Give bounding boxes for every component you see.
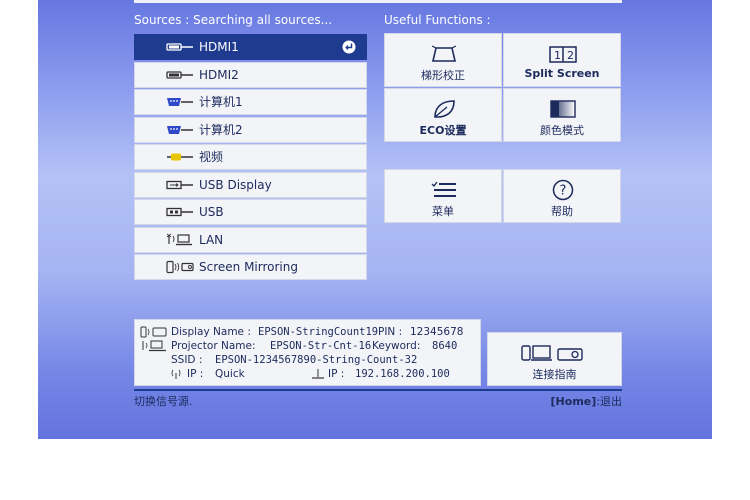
connection-guide-button[interactable]: 连接指南 — [487, 332, 622, 386]
ssid-label: SSID : — [171, 354, 203, 366]
source-item-computer2[interactable]: 计算机2 — [134, 116, 367, 143]
wireless-ip-value: Quick — [215, 368, 245, 380]
vga-icon — [167, 98, 193, 106]
pin-value: 12345678 — [410, 326, 464, 338]
usb-icon — [166, 207, 193, 217]
source-label: USB — [199, 205, 224, 219]
display-name-label: Display Name : — [171, 326, 251, 338]
menu-button[interactable]: 菜单 — [384, 169, 502, 223]
status-home-hint: [Home]:退出 — [551, 393, 622, 409]
help-button[interactable]: ? 帮助 — [503, 169, 621, 223]
color-mode-button[interactable]: 颜色模式 — [503, 88, 621, 142]
wired-lan-icon — [312, 369, 324, 379]
menu-list-icon — [431, 181, 456, 197]
split-screen-icon: 1 2 — [549, 46, 577, 63]
display-name-value: EPSON-StringCount19 — [258, 326, 379, 338]
tile-label: 梯形校正 — [421, 69, 465, 82]
color-mode-icon — [550, 100, 576, 118]
eco-settings-button[interactable]: ECO设置 — [384, 88, 502, 142]
source-item-lan[interactable]: LAN — [134, 226, 367, 253]
network-info-panel: Display Name : EPSON-StringCount19 PIN :… — [134, 319, 481, 386]
screen-mirroring-icon — [140, 326, 167, 338]
enter-return-icon — [342, 40, 356, 54]
source-label: LAN — [199, 232, 224, 247]
projector-name-value: EPSON-Str-Cnt-16 — [270, 340, 372, 352]
lan-icon — [166, 233, 192, 245]
video-rca-icon — [167, 153, 193, 161]
source-label: USB Display — [199, 177, 272, 192]
hdmi-icon — [166, 70, 193, 79]
source-label: HDMI2 — [199, 67, 239, 82]
pin-label: PIN : — [378, 326, 403, 338]
tile-label: Split Screen — [524, 67, 600, 80]
source-label: 计算机2 — [199, 122, 243, 137]
lan-icon — [142, 340, 166, 352]
source-item-hdmi1[interactable]: HDMI1 — [134, 34, 367, 60]
tile-label: 帮助 — [551, 205, 573, 218]
source-item-computer1[interactable]: 计算机1 — [134, 89, 367, 115]
keyword-label: Keyword: — [372, 340, 421, 352]
source-item-hdmi2[interactable]: HDMI2 — [134, 61, 367, 88]
projector-home-screen: Sources : Searching all sources... Usefu… — [38, 0, 712, 439]
keystone-icon — [431, 45, 457, 62]
wired-ip-value: 192.168.200.100 — [355, 368, 450, 380]
vga-icon — [167, 125, 193, 134]
source-label: HDMI1 — [199, 40, 239, 54]
split-screen-button[interactable]: 1 2 Split Screen — [503, 33, 621, 87]
help-icon: ? — [552, 179, 574, 201]
source-item-screen-mirroring[interactable]: Screen Mirroring — [134, 254, 367, 280]
top-divider — [134, 0, 622, 3]
source-label: 计算机1 — [199, 95, 243, 109]
source-label: 视频 — [199, 150, 224, 164]
source-item-usb-display[interactable]: USB Display — [134, 171, 367, 198]
tile-label: ECO设置 — [419, 124, 467, 137]
keystone-button[interactable]: 梯形校正 — [384, 33, 502, 87]
wireless-icon — [171, 369, 181, 379]
wireless-ip-label: IP : — [187, 368, 204, 380]
status-hint: 切换信号源. — [134, 395, 193, 408]
svg-text:?: ? — [560, 184, 567, 199]
source-list: HDMI1 HDMI2 计算机1 计算机2 视频 USB Display USB… — [134, 34, 367, 282]
keyword-value: 8640 — [432, 340, 458, 352]
wired-ip-label: IP : — [328, 368, 345, 380]
home-action: :退出 — [596, 395, 622, 408]
connection-guide-label: 连接指南 — [532, 368, 577, 381]
tile-label: 菜单 — [432, 205, 454, 218]
home-key: [Home] — [550, 395, 597, 408]
screen-mirroring-icon — [166, 260, 194, 274]
projector-name-label: Projector Name: — [171, 340, 256, 352]
usb-display-icon — [166, 180, 193, 189]
status-bar: 切换信号源. [Home]:退出 — [134, 389, 622, 409]
eco-leaf-icon — [434, 100, 455, 118]
connection-guide-icon — [521, 345, 583, 361]
source-item-usb[interactable]: USB — [134, 199, 367, 225]
useful-functions-title: Useful Functions : — [384, 13, 491, 27]
svg-text:2: 2 — [567, 49, 574, 62]
svg-text:1: 1 — [554, 49, 561, 62]
hdmi-icon — [166, 43, 193, 51]
tile-label: 颜色模式 — [540, 124, 584, 137]
ssid-value: EPSON-1234567890-String-Count-32 — [215, 354, 418, 366]
sources-title: Sources : Searching all sources... — [134, 13, 333, 27]
source-label: Screen Mirroring — [199, 260, 298, 274]
source-item-video[interactable]: 视频 — [134, 144, 367, 170]
